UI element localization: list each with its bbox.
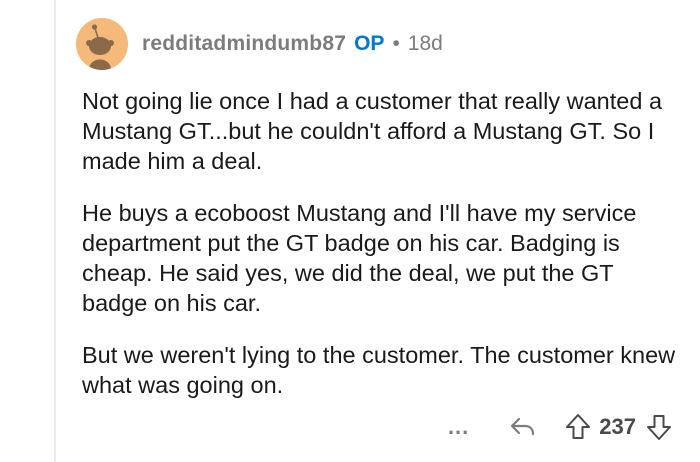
more-options-button[interactable]: ... — [448, 416, 469, 438]
thread-line — [54, 0, 56, 462]
upvote-button[interactable] — [565, 413, 591, 441]
upvote-arrow-icon — [566, 414, 591, 439]
comment-actions: ... 237 — [448, 410, 672, 444]
meta-separator: • — [392, 32, 400, 55]
snoo-avatar-icon[interactable] — [76, 18, 128, 70]
downvote-arrow-icon — [647, 415, 671, 440]
comment-header: redditadmindumb87 OP • 18d — [76, 18, 443, 70]
comment-paragraph: He buys a ecoboost Mustang and I'll have… — [82, 200, 637, 316]
comment-author[interactable]: redditadmindumb87 — [142, 32, 346, 56]
downvote-button[interactable] — [646, 413, 672, 441]
comment-paragraph: But we weren't lying to the customer. Th… — [82, 342, 676, 398]
vote-count: 237 — [599, 414, 636, 439]
reply-button[interactable] — [509, 415, 537, 439]
comment-age: 18d — [407, 32, 443, 55]
comment-body: Not going lie once I had a customer that… — [82, 86, 682, 400]
comment-paragraph: Not going lie once I had a customer that… — [82, 88, 663, 174]
reply-icon — [511, 417, 535, 436]
op-badge: OP — [354, 32, 385, 55]
